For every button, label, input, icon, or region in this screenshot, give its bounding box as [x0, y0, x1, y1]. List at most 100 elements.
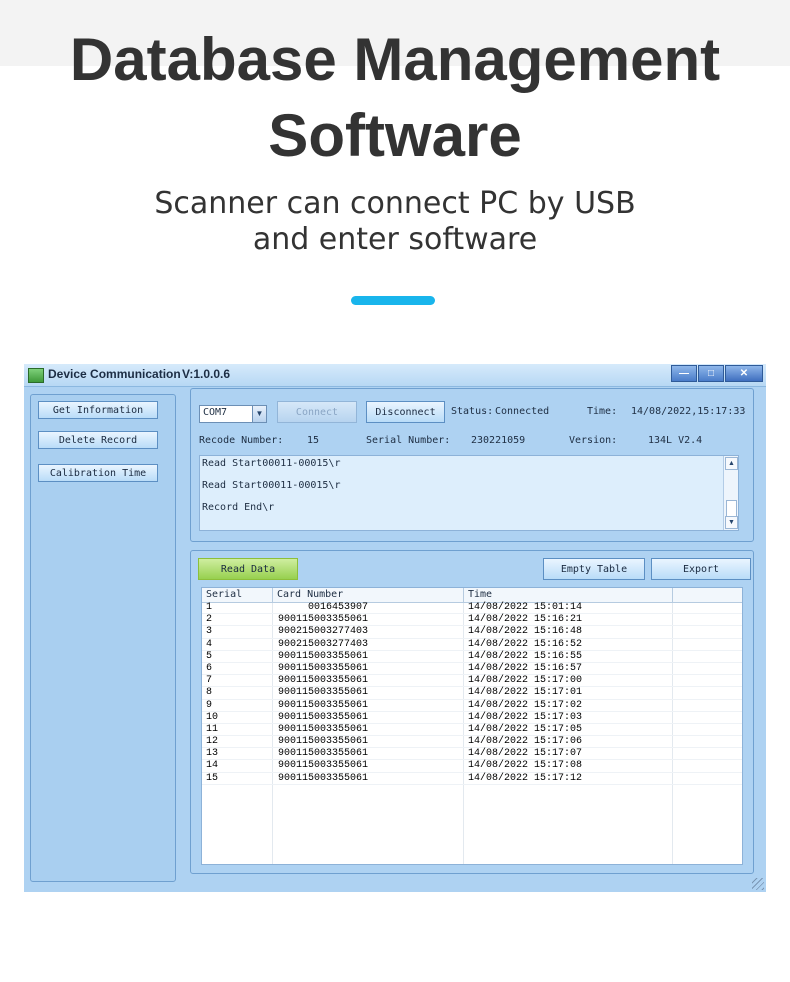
table-row[interactable]: 11 900115003355061 14/08/2022 15:17:05 [202, 723, 742, 737]
read-data-button[interactable]: Read Data [198, 558, 298, 580]
cell-serial: 4 [206, 638, 213, 650]
subtitle-line-1: Scanner can connect PC by USB [154, 186, 636, 221]
cell-serial: 1 [206, 602, 213, 613]
sidebar: Get Information Delete Record Calibratio… [30, 394, 176, 882]
connect-button[interactable]: Connect [277, 401, 357, 423]
cell-card-number: 900115003355061 [277, 772, 368, 784]
export-button[interactable]: Export [651, 558, 751, 580]
cell-time: 14/08/2022 15:16:55 [468, 650, 583, 662]
app-icon [28, 368, 44, 383]
table-body: 1 0016453907 14/08/2022 15:01:14 2 900115003… [202, 602, 742, 785]
cell-serial: 12 [206, 736, 219, 748]
cell-time: 14/08/2022 15:17:01 [468, 687, 583, 699]
table-row[interactable]: 15 900115003355061 14/08/2022 15:17:12 [202, 773, 742, 785]
version-value: 134L V2.4 [648, 435, 703, 446]
cell-time: 14/08/2022 15:17:02 [468, 699, 583, 711]
subtitle-line-2: and enter software [252, 222, 538, 257]
cell-serial: 2 [206, 614, 213, 626]
cell-time: 14/08/2022 15:01:14 [468, 602, 583, 613]
cell-time: 14/08/2022 15:17:03 [468, 711, 583, 723]
table-row[interactable]: 8 900115003355061 14/08/2022 15:17:01 [202, 687, 742, 700]
cell-serial: 6 [206, 662, 213, 674]
table-row[interactable]: 7 900115003355061 14/08/2022 15:17:00 [202, 675, 742, 688]
log-box[interactable]: Read Start00011-00015\r Read Start00011-… [199, 455, 739, 531]
column-header-serial[interactable]: Serial [202, 588, 273, 602]
scroll-up-icon[interactable]: ▲ [725, 457, 738, 470]
cell-card-number: 900115003355061 [277, 748, 368, 760]
disconnect-button[interactable]: Disconnect [366, 401, 445, 423]
log-line: Read Start00011-00015\r [202, 458, 341, 469]
cell-time: 14/08/2022 15:16:52 [468, 638, 583, 650]
status-label: Status: [451, 406, 494, 417]
data-panel: Read Data Empty Table Export Serial Card… [190, 550, 754, 874]
cell-card-number: 900115003355061 [277, 736, 368, 748]
cell-serial: 3 [206, 626, 213, 638]
title-bar[interactable]: Device Communication V:1.0.0.6 — □ ✕ [24, 364, 766, 387]
window-controls: — □ ✕ [670, 365, 763, 382]
status-value: Connected [495, 406, 550, 417]
port-value: COM7 [203, 407, 228, 418]
cell-serial: 8 [206, 687, 213, 699]
cell-time: 14/08/2022 15:17:08 [468, 760, 583, 772]
table-row[interactable]: 12 900115003355061 14/08/2022 15:17:06 [202, 736, 742, 749]
table-row[interactable]: 6 900115003355061 14/08/2022 15:16:57 [202, 662, 742, 676]
connection-panel: COM7 ▼ Connect Disconnect Status: Connec… [190, 388, 754, 542]
cell-time: 14/08/2022 15:17:00 [468, 675, 583, 687]
table-row[interactable]: 4 900215003277403 14/08/2022 15:16:52 [202, 639, 742, 651]
table-row[interactable]: 9 900115003355061 14/08/2022 15:17:02 [202, 700, 742, 712]
close-button[interactable]: ✕ [725, 365, 763, 382]
delete-record-button[interactable]: Delete Record [38, 431, 158, 449]
window-title: Device Communication [48, 367, 181, 381]
page-title-line-1: Database Management [69, 26, 721, 93]
calibration-time-button[interactable]: Calibration Time [38, 464, 158, 482]
column-header-card-number[interactable]: Card Number [273, 588, 464, 602]
record-number-value: 15 [307, 435, 320, 446]
cell-card-number: 900215003277403 [277, 638, 368, 650]
cell-time: 14/08/2022 15:16:57 [468, 662, 583, 674]
cell-card-number: 900115003355061 [277, 650, 368, 662]
cell-time: 14/08/2022 15:17:12 [468, 772, 583, 784]
empty-table-button[interactable]: Empty Table [543, 558, 645, 580]
serial-number-label: Serial Number: [366, 435, 451, 446]
chevron-down-icon[interactable]: ▼ [252, 406, 266, 422]
get-information-button[interactable]: Get Information [38, 401, 158, 419]
cell-card-number: 900115003355061 [277, 760, 368, 772]
minimize-button[interactable]: — [671, 365, 697, 382]
cell-card-number: 900115003355061 [277, 675, 368, 687]
app-window: Device Communication V:1.0.0.6 — □ ✕ Get… [24, 364, 766, 892]
table-row[interactable]: 3 900215003277403 14/08/2022 15:16:48 [202, 626, 742, 639]
maximize-button[interactable]: □ [698, 365, 724, 382]
table-row[interactable]: 1 0016453907 14/08/2022 15:01:14 [202, 602, 742, 615]
port-select[interactable]: COM7 ▼ [199, 405, 267, 423]
scroll-down-icon[interactable]: ▼ [725, 516, 738, 529]
window-version: V:1.0.0.6 [182, 367, 231, 381]
log-scrollbar[interactable]: ▲ ▼ [723, 456, 738, 530]
cell-card-number: 900115003355061 [277, 723, 368, 735]
table-row[interactable]: 5 900115003355061 14/08/2022 15:16:55 [202, 651, 742, 663]
cell-card-number: 900115003355061 [277, 711, 368, 723]
time-value: 14/08/2022,15:17:33 [631, 406, 746, 417]
table-row[interactable]: 14 900115003355061 14/08/2022 15:17:08 [202, 760, 742, 773]
time-label: Time: [587, 406, 618, 417]
cell-serial: 15 [206, 772, 219, 784]
cell-time: 14/08/2022 15:16:21 [468, 614, 583, 626]
cell-card-number: 900115003355061 [277, 662, 368, 674]
record-number-label: Recode Number: [199, 435, 284, 446]
resize-grip[interactable] [752, 878, 764, 890]
cell-card-number: 900115003355061 [277, 614, 368, 626]
table-row[interactable]: 13 900115003355061 14/08/2022 15:17:07 [202, 748, 742, 761]
cell-card-number: 900115003355061 [277, 687, 368, 699]
table-header: Serial Card Number Time [202, 588, 742, 603]
cell-serial: 9 [206, 699, 213, 711]
cell-serial: 13 [206, 748, 219, 760]
table-row[interactable]: 10 900115003355061 14/08/2022 15:17:03 [202, 712, 742, 724]
cell-serial: 5 [206, 650, 213, 662]
cell-card-number: 0016453907 [307, 602, 368, 613]
cell-time: 14/08/2022 15:16:48 [468, 626, 583, 638]
cell-serial: 10 [206, 711, 219, 723]
cell-time: 14/08/2022 15:17:06 [468, 736, 583, 748]
data-table[interactable]: Serial Card Number Time 1 0016453907 14/08… [201, 587, 743, 865]
table-row[interactable]: 2 900115003355061 14/08/2022 15:16:21 [202, 614, 742, 627]
cell-card-number: 900115003355061 [277, 699, 368, 711]
column-header-time[interactable]: Time [464, 588, 673, 602]
